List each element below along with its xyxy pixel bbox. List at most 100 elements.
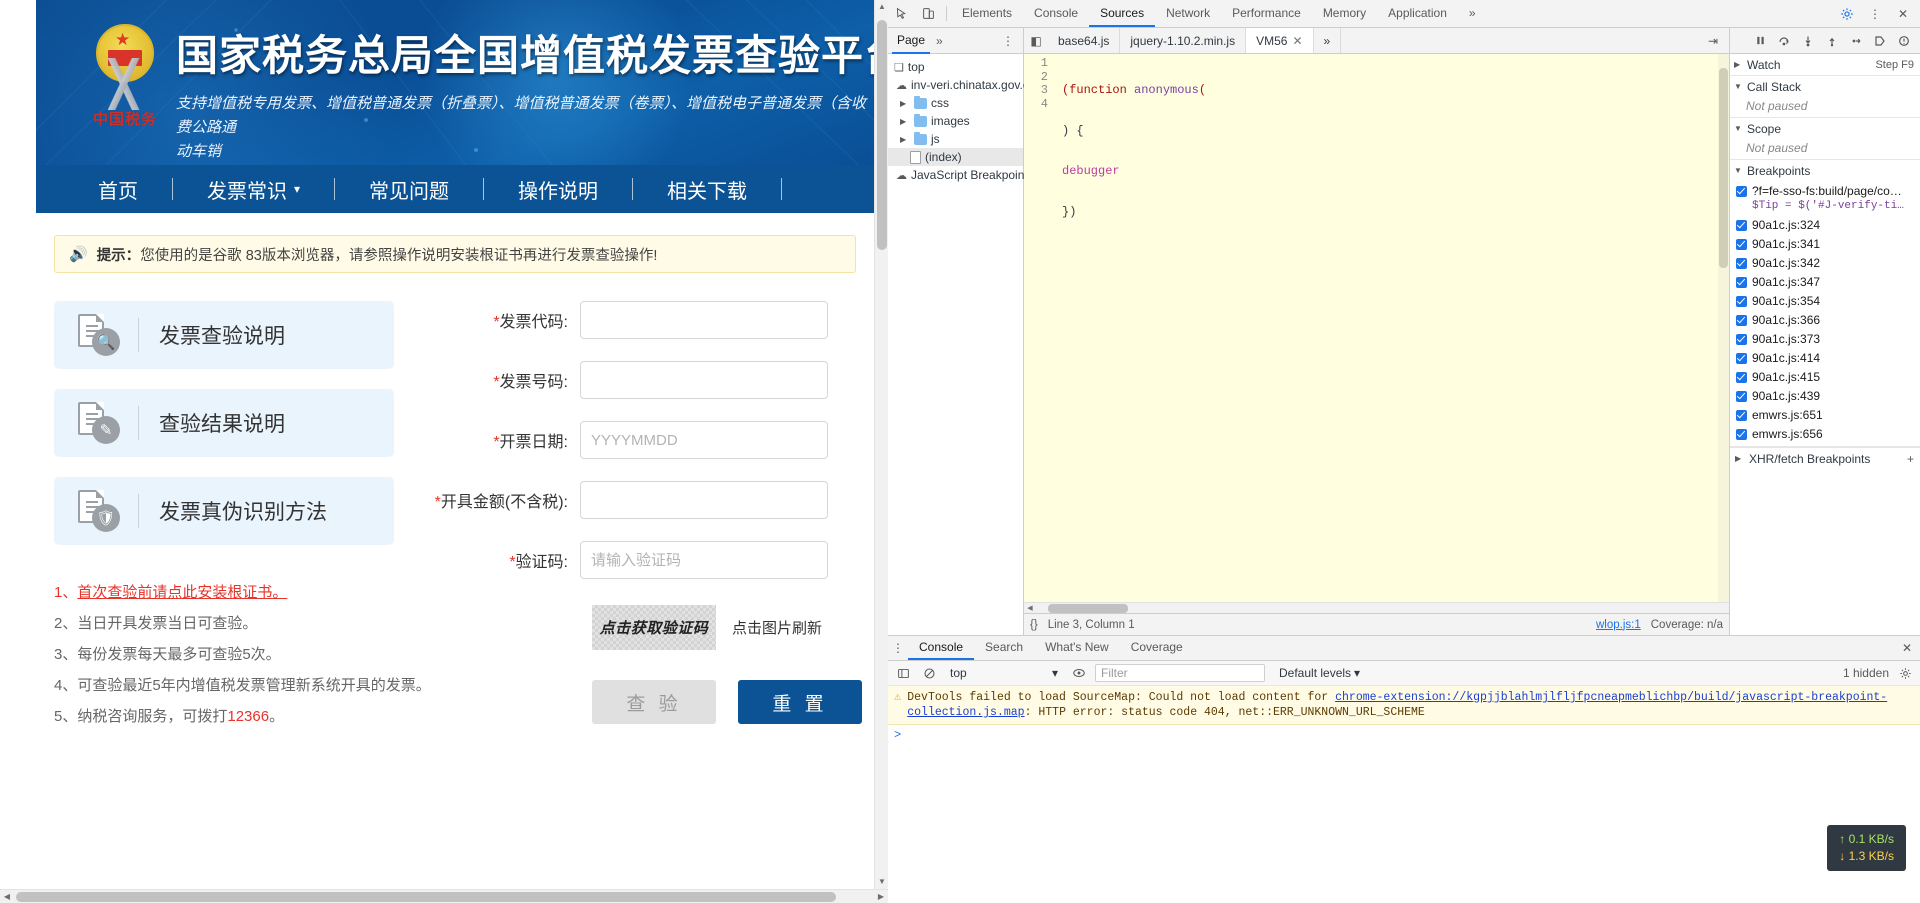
breakpoint-item[interactable]: 90a1c.js:415 <box>1730 368 1920 387</box>
install-root-certificate-link[interactable]: 首次查验前请点此安装根证书。 <box>77 584 287 601</box>
breakpoint-checkbox[interactable] <box>1736 314 1747 326</box>
chevron-right-icon[interactable]: ▶ <box>900 99 910 108</box>
code-view[interactable]: 1 2 3 4 (function anonymous( ) { debugge… <box>1024 54 1729 602</box>
more-vertical-icon[interactable]: ⋮ <box>1862 1 1888 27</box>
tree-node-index[interactable]: (index) <box>888 148 1023 166</box>
tree-node-css[interactable]: ▶ css <box>888 94 1023 112</box>
tree-node-js-breakpoint-collection[interactable]: ☁ JavaScript Breakpoint C <box>888 166 1040 184</box>
tree-node-origin[interactable]: ☁ inv-veri.chinatax.gov.cn <box>888 76 1036 94</box>
tree-node-top[interactable]: ❏ top <box>888 58 1023 76</box>
editor-vertical-scrollbar[interactable] <box>1718 54 1729 602</box>
editor-tab-base64[interactable]: base64.js <box>1048 28 1121 53</box>
editor-hscroll-thumb[interactable] <box>1048 604 1128 613</box>
invoice-code-input[interactable] <box>580 301 828 339</box>
breakpoint-item[interactable]: emwrs.js:656 <box>1730 425 1920 444</box>
breakpoint-checkbox[interactable] <box>1736 257 1747 269</box>
captcha-image[interactable]: 点击获取验证码 <box>592 605 716 650</box>
step-icon[interactable] <box>1846 31 1866 51</box>
pause-on-exceptions-icon[interactable] <box>1894 31 1914 51</box>
tab-elements[interactable]: Elements <box>951 0 1023 27</box>
amount-input[interactable] <box>580 481 828 519</box>
console-prompt[interactable]: > <box>888 725 1920 745</box>
chevron-right-icon[interactable]: ▶ <box>900 135 910 144</box>
verify-button[interactable]: 查 验 <box>592 680 716 724</box>
scroll-down-arrow[interactable]: ▼ <box>875 875 888 889</box>
editor-horizontal-scrollbar[interactable]: ◀ <box>1024 602 1729 613</box>
step-out-icon[interactable] <box>1822 31 1842 51</box>
breakpoint-checkbox[interactable] <box>1736 409 1747 421</box>
editor-scroll-thumb[interactable] <box>1719 68 1728 268</box>
clear-console-icon[interactable] <box>919 663 939 683</box>
breakpoint-checkbox[interactable] <box>1736 238 1747 250</box>
tree-node-images[interactable]: ▶ images <box>888 112 1023 130</box>
tab-network[interactable]: Network <box>1155 0 1221 27</box>
breakpoint-checkbox[interactable] <box>1736 390 1747 402</box>
page-hscroll-thumb[interactable] <box>16 892 836 902</box>
console-context-selector[interactable]: top ▾ <box>945 664 1063 682</box>
breakpoint-checkbox[interactable] <box>1736 185 1747 197</box>
add-xhr-breakpoint-icon[interactable]: + <box>1907 452 1914 466</box>
card-authenticity-method[interactable]: 🛡 发票真伪识别方法 <box>54 477 394 545</box>
more-vertical-icon[interactable]: ⋮ <box>997 34 1019 48</box>
close-icon[interactable]: ✕ <box>1292 34 1302 48</box>
deactivate-breakpoints-icon[interactable] <box>1870 31 1890 51</box>
card-verification-result-guide[interactable]: ✎ 查验结果说明 <box>54 389 394 457</box>
page-vertical-scrollbar[interactable]: ▲ ▼ <box>874 0 888 889</box>
breakpoint-item[interactable]: 90a1c.js:347 <box>1730 273 1920 292</box>
live-expression-icon[interactable] <box>1069 663 1089 683</box>
watch-section-header[interactable]: ▶ Watch Step F9 <box>1730 54 1920 75</box>
nav-item-instructions[interactable]: 操作说明 <box>484 175 632 204</box>
code-text[interactable]: (function anonymous( ) { debugger }) <box>1054 54 1729 602</box>
editor-tabs-overflow[interactable]: » <box>1314 28 1342 53</box>
console-filter-input[interactable]: Filter <box>1095 664 1265 682</box>
reset-button[interactable]: 重 置 <box>738 680 862 724</box>
invoice-date-input[interactable] <box>580 421 828 459</box>
console-log-levels-selector[interactable]: Default levels ▾ <box>1279 666 1360 680</box>
tab-console[interactable]: Console <box>1023 0 1089 27</box>
gear-icon[interactable] <box>1834 1 1860 27</box>
call-stack-section-header[interactable]: ▼ Call Stack <box>1730 76 1920 97</box>
tabs-overflow-button[interactable]: » <box>1458 0 1487 27</box>
breakpoint-item[interactable]: 90a1c.js:414 <box>1730 349 1920 368</box>
breakpoint-item[interactable]: 90a1c.js:341 <box>1730 235 1920 254</box>
breakpoint-checkbox[interactable] <box>1736 333 1747 345</box>
scroll-left-arrow[interactable]: ◀ <box>1024 603 1036 614</box>
scroll-right-arrow[interactable]: ▶ <box>874 890 888 903</box>
breakpoint-checkbox[interactable] <box>1736 276 1747 288</box>
source-origin-link[interactable]: wlop.js:1 <box>1596 619 1641 631</box>
collapse-navigator-icon[interactable]: ◧ <box>1024 28 1048 53</box>
drawer-tab-whats-new[interactable]: What's New <box>1034 636 1120 660</box>
scope-section-header[interactable]: ▼ Scope <box>1730 118 1920 139</box>
scroll-left-arrow[interactable]: ◀ <box>0 890 14 903</box>
cursor-select-icon[interactable] <box>888 0 915 27</box>
breakpoint-item[interactable]: 90a1c.js:439 <box>1730 387 1920 406</box>
breakpoint-item[interactable]: 90a1c.js:354 <box>1730 292 1920 311</box>
tab-application[interactable]: Application <box>1377 0 1458 27</box>
nav-item-invoice-knowledge[interactable]: 发票常识 ▾ <box>173 175 334 204</box>
more-vertical-icon[interactable]: ⋮ <box>888 636 908 660</box>
tab-sources[interactable]: Sources <box>1089 0 1156 27</box>
pretty-print-icon[interactable]: {} <box>1030 619 1038 631</box>
gear-icon[interactable] <box>1895 663 1915 683</box>
close-icon[interactable]: ✕ <box>1890 1 1916 27</box>
tab-memory[interactable]: Memory <box>1312 0 1377 27</box>
breakpoint-item[interactable]: 90a1c.js:342 <box>1730 254 1920 273</box>
breakpoints-section-header[interactable]: ▼ Breakpoints <box>1730 160 1920 181</box>
breakpoint-item[interactable]: 90a1c.js:373 <box>1730 330 1920 349</box>
navigator-tab-page[interactable]: Page <box>892 28 931 54</box>
drawer-tab-console[interactable]: Console <box>908 636 975 660</box>
invoice-number-input[interactable] <box>580 361 828 399</box>
device-toggle-icon[interactable] <box>915 0 942 27</box>
editor-tab-vm56[interactable]: VM56 ✕ <box>1246 28 1314 53</box>
breakpoint-checkbox[interactable] <box>1736 352 1747 364</box>
editor-tab-jquery[interactable]: jquery-1.10.2.min.js <box>1120 28 1247 53</box>
close-icon[interactable]: ✕ <box>1894 636 1920 660</box>
chevron-right-icon[interactable]: ▶ <box>900 117 910 126</box>
drawer-tab-coverage[interactable]: Coverage <box>1120 636 1194 660</box>
pause-icon[interactable] <box>1750 31 1770 51</box>
drawer-tab-search[interactable]: Search <box>974 636 1034 660</box>
breakpoint-checkbox[interactable] <box>1736 371 1747 383</box>
navigator-overflow[interactable]: » <box>930 34 949 48</box>
page-horizontal-scrollbar[interactable]: ◀ ▶ <box>0 889 888 903</box>
breakpoint-checkbox[interactable] <box>1736 219 1747 231</box>
